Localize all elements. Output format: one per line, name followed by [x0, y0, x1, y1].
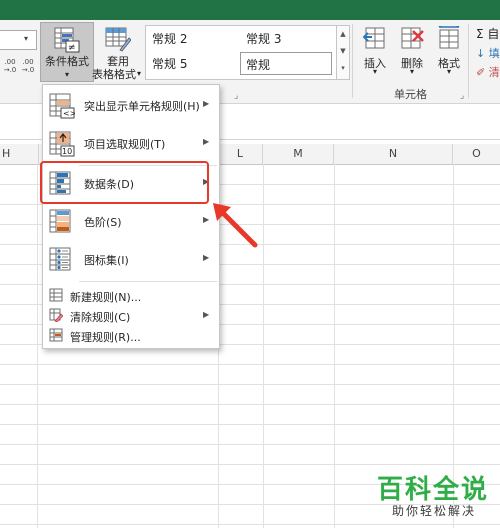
menu-item-label: 项目选取规则(T) — [84, 138, 166, 151]
gallery-scrollbar[interactable]: ▲ ▼ ▾ — [336, 25, 350, 80]
chevron-down-icon[interactable]: ▼ — [337, 43, 349, 60]
menu-item-manage-rules[interactable]: 管理规则(R)... — [43, 325, 219, 345]
group-divider — [352, 24, 353, 98]
chevron-down-icon: ▾ — [137, 69, 142, 78]
annotation-highlight-box — [40, 161, 209, 204]
svg-text:≠: ≠ — [68, 43, 76, 53]
grid-row-line — [0, 404, 500, 405]
increase-decimal-button[interactable]: .00 →.0 — [0, 58, 20, 76]
conditional-formatting-menu: <> 突出显示单元格规则(H) ▶ 10 项目选取规则(T) ▶ 数据条(D) … — [42, 84, 220, 349]
column-header-m[interactable]: M — [263, 144, 334, 164]
gallery-more-icon[interactable]: ▾ — [337, 60, 349, 77]
group-divider — [468, 24, 469, 98]
watermark-subtitle: 助你轻松解决 — [392, 504, 477, 518]
grid-row-line — [0, 364, 500, 365]
format-cells-icon — [438, 26, 460, 49]
column-header-n[interactable]: N — [334, 144, 453, 164]
icon-sets-icon — [49, 247, 71, 271]
fill-button[interactable]: ↓ 填 — [476, 45, 500, 61]
style-normal-3[interactable]: 常规 3 — [246, 30, 281, 47]
column-header-h[interactable]: H — [0, 144, 39, 164]
clear-rules-icon — [49, 308, 63, 322]
decrease-decimal-button[interactable]: .00 →.0 — [18, 58, 38, 76]
menu-item-label: 图标集(I) — [84, 254, 129, 267]
chevron-up-icon[interactable]: ▲ — [337, 26, 349, 43]
chevron-down-icon: ▾ — [409, 67, 414, 76]
menu-item-label: 色阶(S) — [84, 216, 122, 229]
chevron-down-icon: ▾ — [64, 70, 69, 79]
menu-item-highlight-cells-rules[interactable]: <> 突出显示单元格规则(H) ▶ — [43, 87, 219, 125]
grid-column-line — [37, 164, 38, 528]
delete-button[interactable]: 删除 ▾ — [394, 22, 430, 80]
delete-cells-icon — [401, 27, 424, 49]
menu-item-top-bottom-rules[interactable]: 10 项目选取规则(T) ▶ — [43, 125, 219, 163]
chevron-right-icon: ▶ — [203, 310, 210, 319]
chevron-down-icon[interactable]: ▾ — [24, 34, 28, 43]
conditional-format-icon: ≠ — [54, 27, 80, 53]
format-button[interactable]: 格式 ▾ — [431, 22, 467, 80]
grid-column-line — [334, 164, 335, 528]
clear-button[interactable]: ✐ 清 — [476, 64, 500, 80]
menu-item-label: 管理规则(R)... — [70, 331, 141, 344]
menu-item-icon-sets[interactable]: 图标集(I) ▶ — [43, 241, 219, 279]
format-as-table-label-1: 套用 — [107, 55, 129, 68]
dialog-launcher-icon[interactable]: ⌟ — [460, 91, 464, 101]
title-bar — [0, 0, 500, 20]
menu-item-label: 突出显示单元格规则(H) — [84, 100, 200, 113]
menu-item-label: 新建规则(N)... — [70, 291, 142, 304]
insert-cells-icon — [363, 27, 385, 49]
chevron-right-icon: ▶ — [203, 137, 210, 146]
style-normal-2[interactable]: 常规 2 — [152, 30, 187, 47]
menu-divider — [79, 281, 217, 282]
svg-text:<>: <> — [63, 109, 75, 118]
style-normal-selected[interactable]: 常规 — [240, 52, 332, 75]
autosum-button[interactable]: Σ 自 — [476, 25, 499, 42]
column-header-l[interactable]: L — [218, 144, 263, 164]
dialog-launcher-icon[interactable]: ⌟ — [234, 91, 238, 101]
menu-item-clear-rules[interactable]: 清除规则(C) ▶ — [43, 305, 219, 325]
annotation-arrow-icon — [213, 203, 258, 248]
grid-row-line — [0, 444, 500, 445]
chevron-right-icon: ▶ — [203, 99, 210, 108]
grid-row-line — [0, 524, 500, 525]
format-as-table-label-2: 表格格式 — [92, 68, 136, 81]
style-normal-label: 常规 — [246, 58, 271, 72]
top-bottom-rules-icon: 10 — [49, 131, 75, 157]
conditional-formatting-button[interactable]: ≠ 条件格式 ▾ — [40, 22, 94, 82]
svg-text:10: 10 — [62, 147, 72, 156]
cells-group-label: 单元格 — [394, 88, 427, 101]
grid-row-line — [0, 424, 500, 425]
highlight-cells-icon: <> — [49, 93, 75, 119]
column-header-o[interactable]: O — [453, 144, 500, 164]
new-rule-icon — [49, 288, 63, 302]
menu-item-new-rule[interactable]: 新建规则(N)... — [43, 285, 219, 305]
manage-rules-icon — [49, 328, 63, 342]
grid-row-line — [0, 384, 500, 385]
menu-item-label: 清除规则(C) — [70, 311, 131, 324]
chevron-down-icon: ▾ — [372, 67, 377, 76]
format-as-table-icon — [105, 27, 131, 52]
style-normal-5[interactable]: 常规 5 — [152, 55, 187, 72]
font-size-dropdown[interactable] — [0, 30, 37, 50]
conditional-formatting-label: 条件格式 — [45, 55, 89, 68]
chevron-down-icon: ▾ — [446, 67, 451, 76]
insert-button[interactable]: 插入 ▾ — [357, 22, 393, 80]
menu-item-color-scales[interactable]: 色阶(S) ▶ — [43, 203, 219, 241]
format-as-table-button[interactable]: 套用 表格格式 ▾ — [92, 22, 143, 81]
color-scales-icon — [49, 209, 71, 233]
watermark-title: 百科全说 — [377, 475, 490, 505]
grid-row-line — [0, 464, 500, 465]
